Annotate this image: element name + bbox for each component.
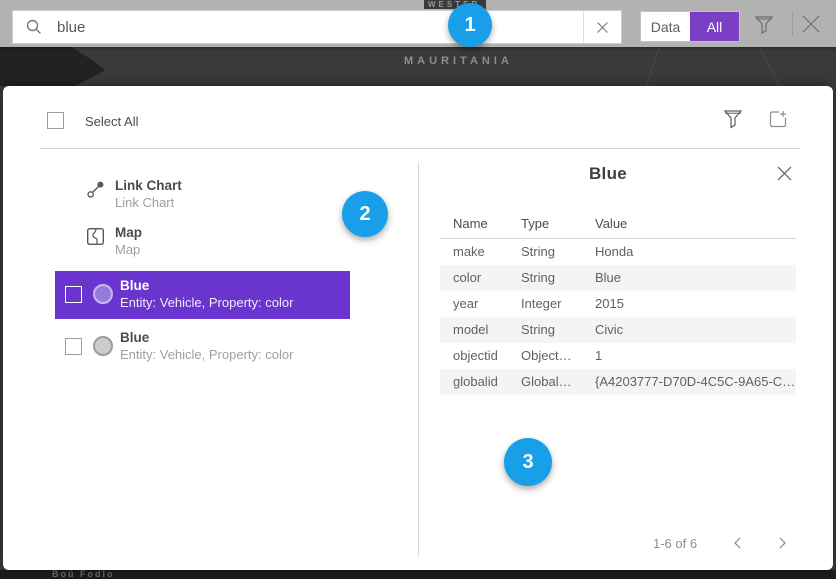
close-search-icon[interactable] bbox=[800, 13, 822, 35]
result-subtitle: Map bbox=[115, 242, 140, 257]
col-header-type: Type bbox=[521, 216, 549, 231]
list-detail-divider bbox=[418, 162, 419, 557]
search-box bbox=[12, 10, 622, 44]
table-row: globalid Global… {A4203777-D70D-4C5C-9A6… bbox=[440, 369, 796, 395]
table-row: year Integer 2015 bbox=[440, 291, 796, 317]
filter-icon[interactable] bbox=[753, 13, 775, 35]
cell-value: Honda bbox=[595, 239, 633, 265]
result-subtitle: Link Chart bbox=[115, 195, 174, 210]
cell-name: model bbox=[453, 317, 488, 343]
cell-type: String bbox=[521, 265, 555, 291]
map-label-mauritania: MAURITANIA bbox=[404, 55, 513, 67]
col-header-value: Value bbox=[595, 216, 627, 231]
cell-value: 2015 bbox=[595, 291, 624, 317]
cell-type: String bbox=[521, 239, 555, 265]
result-title: Blue bbox=[120, 330, 149, 345]
table-header-row: Name Type Value bbox=[440, 216, 796, 239]
results-panel: Select All Link Chart Link Chart bbox=[3, 86, 833, 570]
panel-header-divider bbox=[40, 148, 800, 149]
cell-name: objectid bbox=[453, 343, 498, 369]
map-boundary-line bbox=[760, 49, 781, 87]
search-input[interactable] bbox=[43, 19, 583, 36]
toolbar-divider bbox=[792, 11, 793, 36]
cell-name: year bbox=[453, 291, 478, 317]
annotation-badge-2: 2 bbox=[342, 191, 388, 237]
cell-name: make bbox=[453, 239, 485, 265]
cell-value: Civic bbox=[595, 317, 623, 343]
table-row: make String Honda bbox=[440, 239, 796, 265]
map-icon bbox=[86, 227, 105, 246]
map-bottom-strip bbox=[0, 570, 836, 579]
result-checkbox[interactable] bbox=[65, 338, 82, 355]
select-all-label: Select All bbox=[85, 114, 138, 129]
result-title: Link Chart bbox=[115, 178, 182, 193]
search-scope-toggle: Data All bbox=[640, 11, 740, 42]
cell-value: {A4203777-D70D-4C5C-9A65-C… bbox=[595, 369, 795, 395]
add-selection-icon[interactable] bbox=[767, 108, 789, 130]
detail-title: Blue bbox=[418, 164, 798, 184]
pagination-prev-icon[interactable] bbox=[731, 536, 745, 550]
table-row: model String Civic bbox=[440, 317, 796, 343]
entity-circle-icon bbox=[93, 336, 113, 356]
scope-option-data[interactable]: Data bbox=[641, 12, 690, 41]
map-boundary-line bbox=[646, 48, 660, 88]
result-item-blue-selected[interactable]: Blue Entity: Vehicle, Property: color bbox=[55, 271, 350, 319]
search-toolbar: Data All WESTER bbox=[0, 0, 836, 47]
result-subtitle: Entity: Vehicle, Property: color bbox=[120, 347, 293, 362]
table-row: color String Blue bbox=[440, 265, 796, 291]
pagination-label: 1-6 of 6 bbox=[653, 536, 697, 551]
map-country-shape bbox=[0, 47, 150, 86]
cell-type: Object… bbox=[521, 343, 572, 369]
result-checkbox[interactable] bbox=[65, 286, 82, 303]
cell-type: String bbox=[521, 317, 555, 343]
clear-x-icon bbox=[596, 21, 609, 34]
properties-table: Name Type Value make String Honda color … bbox=[440, 216, 796, 395]
scope-option-all[interactable]: All bbox=[690, 12, 739, 41]
annotation-badge-1: 1 bbox=[448, 3, 492, 47]
cell-value: Blue bbox=[595, 265, 621, 291]
cell-type: Global… bbox=[521, 369, 572, 395]
result-subtitle: Entity: Vehicle, Property: color bbox=[120, 295, 293, 310]
clear-search-button[interactable] bbox=[583, 11, 621, 43]
search-icon bbox=[25, 18, 43, 36]
cell-name: globalid bbox=[453, 369, 498, 395]
annotation-badge-3: 3 bbox=[504, 438, 552, 486]
cell-name: color bbox=[453, 265, 481, 291]
cell-value: 1 bbox=[595, 343, 602, 369]
result-title: Map bbox=[115, 225, 142, 240]
link-chart-icon bbox=[86, 180, 105, 199]
result-title: Blue bbox=[120, 278, 149, 293]
result-item-blue[interactable]: Blue Entity: Vehicle, Property: color bbox=[40, 324, 410, 370]
map-label-bottom: Boû Fodlo bbox=[52, 569, 115, 579]
close-detail-icon[interactable] bbox=[776, 165, 793, 182]
pagination-next-icon[interactable] bbox=[775, 536, 789, 550]
filter-results-icon[interactable] bbox=[723, 108, 743, 130]
select-all-checkbox[interactable] bbox=[47, 112, 64, 129]
search-results-screen: MAURITANIA Boû Fodlo Data All bbox=[0, 0, 836, 579]
cell-type: Integer bbox=[521, 291, 561, 317]
entity-circle-icon bbox=[93, 284, 113, 304]
col-header-name: Name bbox=[453, 216, 488, 231]
table-row: objectid Object… 1 bbox=[440, 343, 796, 369]
